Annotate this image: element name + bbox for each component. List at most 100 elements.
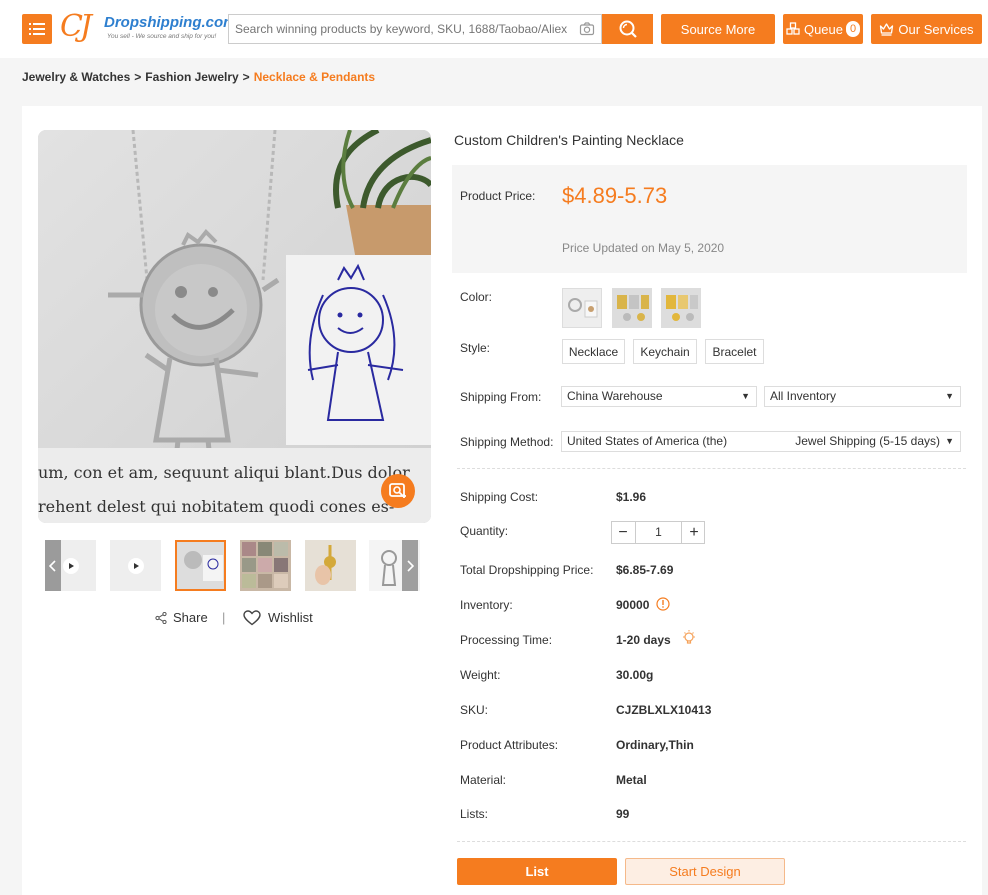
logo-name: Dropshipping.com [104, 14, 237, 31]
shipping-country-value: United States of America (the) [567, 434, 728, 448]
search-button[interactable] [602, 14, 653, 44]
shipping-method-value: Jewel Shipping (5-15 days) [795, 434, 940, 448]
divider [457, 841, 966, 842]
shipping-from-select[interactable]: China Warehouse ▼ [561, 386, 757, 407]
our-services-label: Our Services [898, 21, 974, 37]
photo-text-line-2: rehent delest qui nobitatem quodi cones … [38, 497, 394, 516]
thumbnail-prev-arrow[interactable] [45, 540, 61, 591]
attributes-value: Ordinary,Thin [616, 738, 694, 752]
queue-button[interactable]: Queue 0 [783, 14, 863, 44]
play-icon [63, 558, 79, 574]
processing-time-value: 1-20 days [616, 633, 671, 647]
image-search-icon [389, 483, 406, 498]
search-input[interactable] [229, 15, 567, 43]
attributes-label: Product Attributes: [460, 738, 559, 752]
start-design-button[interactable]: Start Design [625, 858, 785, 885]
price-updated: Price Updated on May 5, 2020 [562, 241, 725, 255]
quantity-label: Quantity: [460, 524, 509, 538]
inventory-select[interactable]: All Inventory ▼ [764, 386, 961, 407]
share-icon[interactable] [155, 612, 167, 624]
share-wishlist-row: Share | Wishlist [155, 609, 355, 627]
info-icon[interactable] [656, 597, 670, 611]
share-button[interactable]: Share [173, 610, 208, 625]
breadcrumb-separator: > [242, 70, 250, 84]
color-swatch-silver[interactable] [562, 288, 602, 328]
thumbnail-video[interactable] [110, 540, 161, 591]
thumbnail-strip [45, 540, 420, 592]
thumbnail-image[interactable] [175, 540, 226, 591]
material-label: Material: [460, 773, 507, 787]
our-services-button[interactable]: Our Services [871, 14, 982, 44]
heart-icon[interactable] [243, 610, 261, 626]
style-label: Style: [460, 341, 491, 355]
shipping-from-value: China Warehouse [567, 389, 663, 403]
weight-label: Weight: [460, 668, 501, 682]
lists-value: 99 [616, 807, 630, 821]
chevron-right-icon [407, 559, 414, 572]
color-swatch-gold-silver[interactable] [612, 288, 652, 328]
color-label: Color: [460, 290, 493, 304]
search-box [228, 14, 602, 44]
logo-tagline: You sell - We source and ship for you! [107, 33, 217, 40]
total-price-label: Total Dropshipping Price: [460, 563, 594, 577]
camera-icon[interactable] [579, 21, 595, 37]
weight-value: 30.00g [616, 668, 654, 682]
queue-icon [786, 22, 800, 35]
source-more-label: Source More [680, 21, 756, 37]
chevron-left-icon [49, 559, 56, 572]
zoom-button[interactable] [381, 474, 415, 508]
style-option-keychain[interactable]: Keychain [633, 339, 697, 364]
search-icon [619, 20, 637, 38]
style-option-necklace[interactable]: Necklace [562, 339, 625, 364]
menu-icon [29, 23, 45, 35]
wishlist-button[interactable]: Wishlist [268, 610, 313, 625]
quantity-stepper: − 1 + [611, 521, 705, 544]
quantity-input[interactable]: 1 [635, 522, 682, 543]
source-more-button[interactable]: Source More [661, 14, 775, 44]
play-icon [128, 558, 144, 574]
logo-mark: CJ [60, 9, 92, 44]
menu-button[interactable] [22, 14, 52, 44]
quantity-decrease-button[interactable]: − [612, 522, 634, 543]
photo-text-line-1: um, con et am, sequunt aliqui blant.Dus … [38, 463, 410, 482]
shipping-cost-value: $1.96 [616, 490, 647, 504]
queue-label: Queue [803, 21, 844, 37]
caret-down-icon: ▼ [741, 391, 750, 401]
thumbnail-image[interactable] [305, 540, 356, 591]
logo[interactable]: CJ Dropshipping.com You sell - We source… [60, 9, 237, 46]
divider [457, 468, 966, 469]
breadcrumb-item[interactable]: Jewelry & Watches [22, 70, 130, 84]
price-box [452, 165, 967, 273]
share-divider: | [222, 610, 226, 625]
processing-time-label: Processing Time: [460, 633, 553, 647]
lightbulb-icon[interactable] [681, 629, 697, 647]
price-label: Product Price: [460, 189, 536, 203]
necklace-photo: um, con et am, sequunt aliqui blant.Dus … [38, 130, 431, 523]
inventory-label: Inventory: [460, 598, 513, 612]
thumbnail-next-arrow[interactable] [402, 540, 418, 591]
shipping-from-label: Shipping From: [460, 390, 542, 404]
main-product-image[interactable]: um, con et am, sequunt aliqui blant.Dus … [38, 130, 431, 523]
shipping-method-select[interactable]: United States of America (the) Jewel Shi… [561, 431, 961, 452]
caret-down-icon: ▼ [945, 391, 954, 401]
color-swatch-gold[interactable] [661, 288, 701, 328]
shipping-cost-label: Shipping Cost: [460, 490, 539, 504]
inventory-scope-value: All Inventory [770, 389, 837, 403]
list-button[interactable]: List [457, 858, 617, 885]
caret-down-icon: ▼ [945, 436, 954, 446]
breadcrumb: Jewelry & Watches > Fashion Jewelry > Neckla… [22, 70, 375, 84]
thumbnail-image[interactable] [240, 540, 291, 591]
top-header: CJ Dropshipping.com You sell - We source… [0, 0, 988, 58]
breadcrumb-current[interactable]: Necklace & Pendants [254, 70, 375, 84]
queue-count-badge: 0 [846, 21, 861, 37]
product-price: $4.89-5.73 [562, 183, 668, 208]
style-option-bracelet[interactable]: Bracelet [705, 339, 764, 364]
crown-icon [880, 23, 894, 36]
total-price-value: $6.85-7.69 [616, 563, 674, 577]
breadcrumb-item[interactable]: Fashion Jewelry [145, 70, 238, 84]
breadcrumb-separator: > [134, 70, 142, 84]
sku-label: SKU: [460, 703, 489, 717]
quantity-increase-button[interactable]: + [683, 522, 705, 543]
sku-value: CJZBLXLX10413 [616, 703, 712, 717]
lists-label: Lists: [460, 807, 489, 821]
